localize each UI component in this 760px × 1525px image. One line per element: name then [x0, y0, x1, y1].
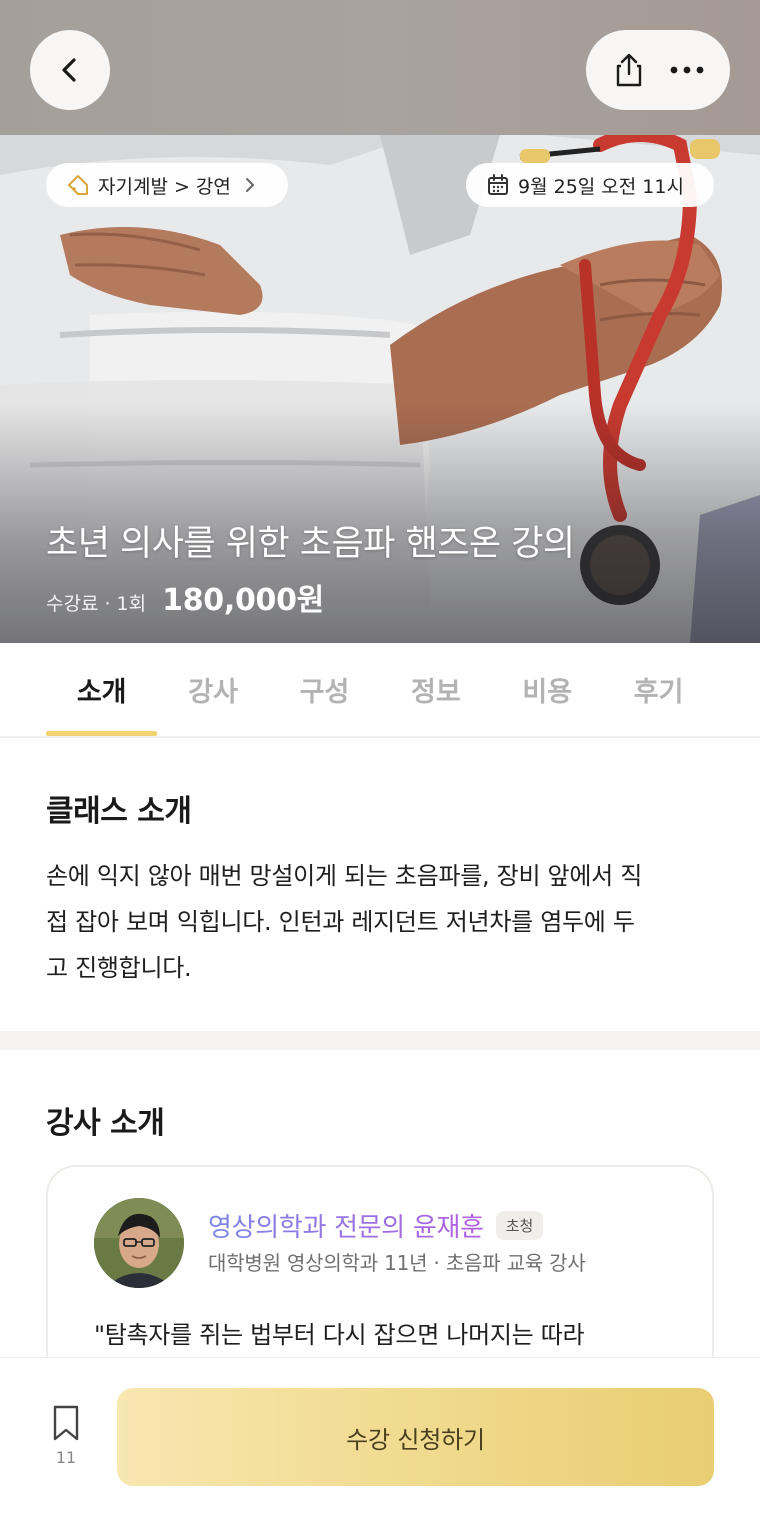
chevron-left-icon	[62, 58, 76, 82]
avatar	[94, 1198, 184, 1288]
bookmark-count: 11	[55, 1448, 77, 1467]
instructor-name: 영상의학과 전문의 윤재훈	[208, 1207, 484, 1244]
section-tabs: 소개 강사 구성 정보 비용 후기	[0, 643, 760, 738]
invited-badge: 초청	[495, 1211, 544, 1240]
calendar-icon	[488, 174, 508, 195]
class-intro-line: 접 잡아 보며 익힙니다. 인턴과 레지던트 저년차를 염두에 두	[46, 908, 635, 936]
instructor-subtitle: 대학병원 영상의학과 11년 · 초음파 교육 강사	[208, 1251, 586, 1275]
hero-banner: 자기계발 > 강연 9월 25일 오전 11시 초년 의사를 위한 초음파 핸즈…	[0, 135, 760, 643]
share-button[interactable]	[607, 48, 651, 92]
class-intro-title: 클래스 소개	[46, 794, 192, 829]
instructor-name-row: 영상의학과 전문의 윤재훈 초청	[208, 1207, 544, 1244]
apply-button[interactable]: 수강 신청하기	[117, 1388, 714, 1486]
date-chip-label: 9월 25일 오전 11시	[518, 175, 684, 198]
class-title: 초년 의사를 위한 초음파 핸즈온 강의	[46, 524, 575, 564]
instructor-quote: "탐촉자를 쥐는 법부터 다시 잡으면 나머지는 따라	[94, 1321, 585, 1349]
back-button[interactable]	[30, 30, 110, 110]
class-intro-line: 손에 익지 않아 매번 망설이게 되는 초음파를, 장비 앞에서 직	[46, 862, 643, 890]
share-icon	[616, 53, 642, 87]
tab-instructor[interactable]: 강사	[157, 643, 268, 736]
instructor-photo	[94, 1198, 184, 1288]
tab-intro[interactable]: 소개	[46, 643, 158, 736]
price-row: 수강료 · 1회 180,000원	[46, 575, 324, 619]
chevron-right-icon	[245, 178, 254, 192]
tab-curriculum[interactable]: 구성	[269, 643, 380, 736]
header-actions	[586, 30, 730, 110]
date-chip: 9월 25일 오전 11시	[466, 163, 714, 207]
tab-info[interactable]: 정보	[380, 643, 491, 736]
tag-icon	[68, 175, 88, 195]
bookmark-button[interactable]: 11	[38, 1404, 94, 1474]
class-intro-body: 손에 익지 않아 매번 망설이게 되는 초음파를, 장비 앞에서 직 접 잡아 …	[46, 853, 718, 991]
class-intro-line: 고 진행합니다.	[46, 954, 192, 982]
more-button[interactable]	[665, 48, 709, 92]
bottom-action-bar: 11 수강 신청하기	[0, 1357, 760, 1525]
tab-cost[interactable]: 비용	[492, 643, 603, 736]
fee-label: 수강료 · 1회	[46, 593, 147, 615]
category-chip[interactable]: 자기계발 > 강연	[46, 163, 288, 207]
bookmark-icon	[53, 1405, 79, 1441]
more-horizontal-icon	[670, 66, 704, 74]
category-chip-label: 자기계발 > 강연	[98, 175, 231, 198]
top-bar	[0, 0, 760, 135]
fee-value: 180,000원	[162, 583, 324, 618]
tab-reviews[interactable]: 후기	[603, 643, 714, 736]
section-divider	[0, 1031, 760, 1050]
instructor-section-title: 강사 소개	[46, 1106, 165, 1141]
